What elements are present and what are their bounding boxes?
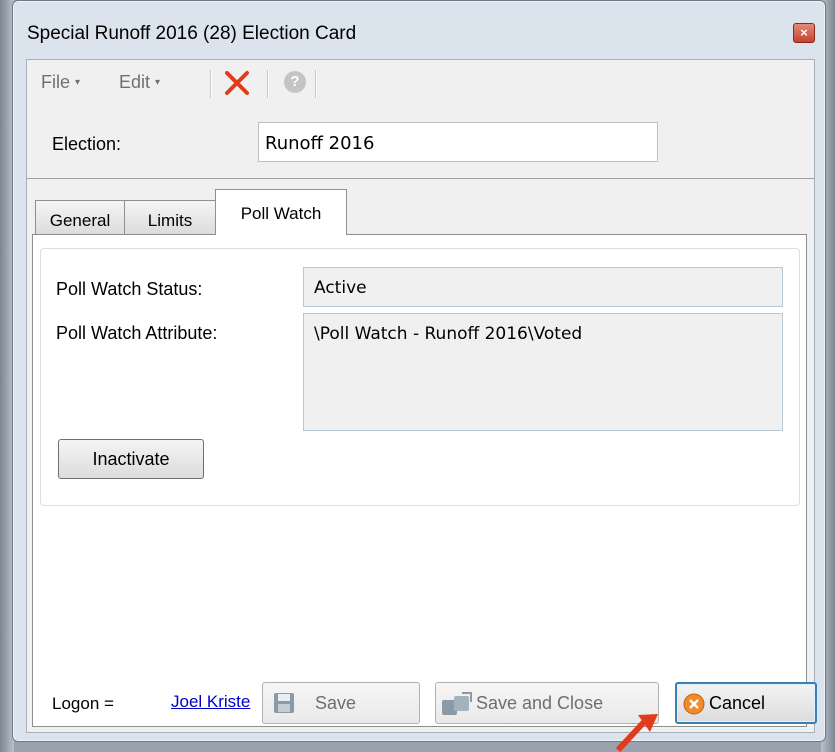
chevron-down-icon: ▾ (75, 77, 81, 88)
chevron-down-icon: ▾ (155, 77, 161, 88)
save-button-label: Save (315, 693, 357, 713)
election-field[interactable]: Runoff 2016 (258, 122, 658, 162)
poll-watch-attribute-label: Poll Watch Attribute: (56, 323, 218, 343)
logon-label: Logon = (52, 694, 114, 713)
toolbar-separator (267, 70, 269, 98)
save-and-close-label: Save and Close (476, 693, 604, 713)
help-icon[interactable]: ? (284, 71, 306, 93)
poll-watch-group: Poll Watch Status: Active Poll Watch Att… (40, 248, 800, 506)
election-card-window: Special Runoff 2016 (28) Election Card ×… (12, 0, 826, 742)
election-label: Election: (52, 134, 122, 154)
poll-watch-panel: Poll Watch Status: Active Poll Watch Att… (32, 234, 807, 727)
title-bar[interactable]: Special Runoff 2016 (28) Election Card × (13, 1, 825, 59)
tab-limits[interactable]: Limits (124, 200, 216, 234)
logon-user-link[interactable]: Joel Kriste (171, 692, 275, 712)
toolbar-separator (210, 70, 212, 98)
client-area: File ▾ Edit ▾ ? Election: Runoff 2016 Gene… (26, 59, 817, 733)
tab-control: General Limits Poll Watch Poll Watch Sta… (27, 178, 814, 733)
cancel-button-label: Cancel (709, 693, 766, 713)
tab-general[interactable]: General (35, 200, 125, 234)
delete-icon[interactable] (222, 68, 252, 98)
window-title: Special Runoff 2016 (28) Election Card (27, 23, 357, 44)
save-button[interactable]: Save (262, 682, 420, 724)
tab-poll-watch[interactable]: Poll Watch (215, 189, 347, 235)
edit-menu[interactable]: Edit ▾ (119, 72, 160, 93)
close-button[interactable]: × (793, 23, 815, 43)
cancel-icon (683, 693, 705, 715)
save-and-close-icon (442, 692, 472, 715)
file-menu[interactable]: File ▾ (41, 72, 80, 93)
poll-watch-status-field[interactable]: Active (303, 267, 783, 307)
inactivate-button[interactable]: Inactivate (58, 439, 204, 479)
toolbar: File ▾ Edit ▾ ? (27, 60, 814, 104)
poll-watch-status-label: Poll Watch Status: (56, 279, 203, 299)
floppy-disk-icon (274, 693, 294, 713)
red-arrow-annotation-icon (615, 714, 658, 752)
edit-menu-label: Edit (119, 72, 151, 92)
poll-watch-attribute-field[interactable]: \Poll Watch - Runoff 2016\Voted (303, 313, 783, 431)
file-menu-label: File (41, 72, 71, 92)
cancel-button[interactable]: Cancel (675, 682, 817, 724)
toolbar-separator (315, 70, 317, 98)
